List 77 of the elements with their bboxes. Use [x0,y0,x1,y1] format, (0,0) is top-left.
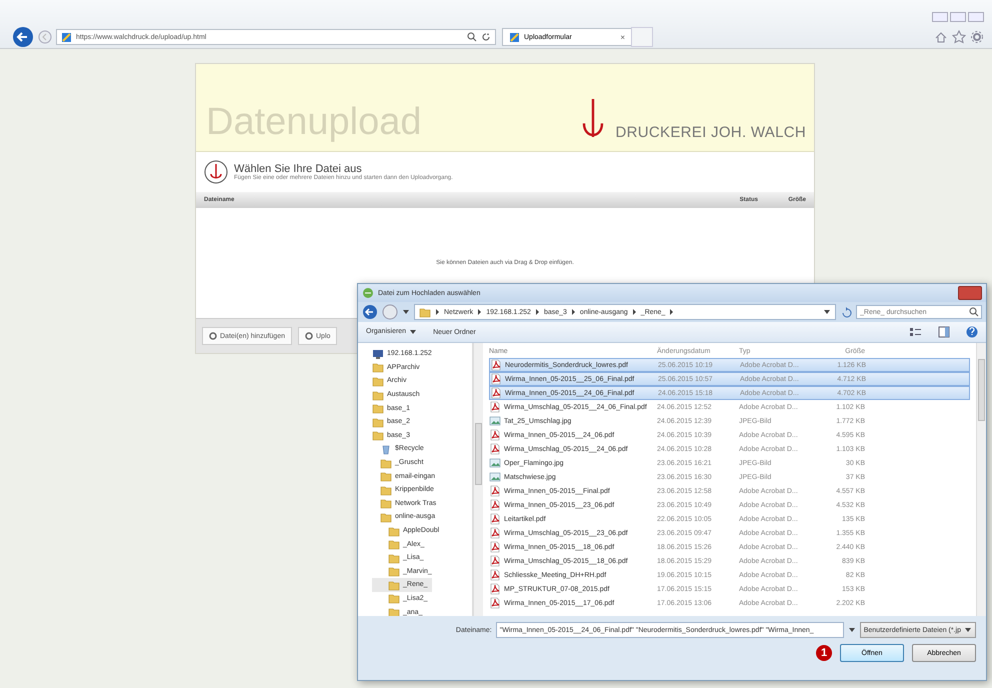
brand-name: DRUCKEREI JOH. WALCH [616,124,806,141]
back-button[interactable] [12,26,34,48]
minimize-button[interactable] [932,12,948,22]
pdf-file-icon [490,373,502,385]
scrollbar-thumb[interactable] [475,423,482,485]
home-icon [934,30,948,44]
new-tab-button[interactable] [631,27,653,47]
caret-icon [409,328,418,336]
preview-pane-icon [938,326,950,338]
pdf-file-icon [489,555,501,567]
pdf-file-icon [489,569,501,581]
folder-icon [388,538,400,550]
pdf-file-icon [490,359,502,371]
page-icon [61,32,72,42]
pdf-file-icon [489,485,501,497]
scrollbar-thumb[interactable] [978,359,985,421]
pdf-file-icon [489,429,501,441]
caret-icon [402,308,410,316]
folder-icon [372,388,384,401]
image-file-icon [489,415,501,427]
section-heading: Wählen Sie Ihre Datei aus [234,163,363,175]
settings-icon [970,30,984,44]
search-icon [969,307,979,317]
pdf-file-icon [489,597,501,609]
pdf-file-icon [489,401,501,413]
trash-bin-icon [380,442,392,455]
close-button[interactable] [958,286,982,300]
folder-icon [372,402,384,414]
pdf-file-icon [489,513,501,525]
caret-icon [823,308,831,316]
pdf-file-icon [489,541,501,553]
refresh-icon [840,306,852,318]
anchor-logo-icon [204,160,228,184]
folder-icon [372,361,384,374]
star-icon [952,30,966,44]
image-file-icon [489,457,501,469]
folder-icon [388,565,400,578]
folder-icon [380,497,392,510]
maximize-button[interactable] [950,12,966,22]
folder-icon [372,374,384,387]
folder-icon [372,429,384,442]
close-tab-button[interactable]: × [620,32,625,42]
folder-icon [380,484,392,496]
pdf-file-icon [489,583,501,595]
chevron-icon [477,308,482,316]
back-button[interactable] [362,304,378,320]
pdf-file-icon [489,527,501,539]
refresh-icon [481,32,491,42]
folder-icon [372,416,384,428]
image-file-icon [489,471,501,483]
chevron-icon [435,308,440,316]
pdf-file-icon [489,499,501,511]
folder-icon [388,524,400,537]
folder-icon [388,552,400,564]
circle-icon [209,332,217,340]
chevron-icon [570,308,576,316]
folder-icon [380,456,392,469]
close-button[interactable] [968,12,984,22]
chevron-icon [534,308,540,316]
caret-icon [848,626,856,634]
search-icon [467,32,477,42]
view-options-icon [909,326,922,338]
circle-icon [305,332,313,340]
folder-icon [380,510,392,523]
folder-icon [388,592,400,604]
folder-icon [380,470,392,482]
caret-icon [964,626,972,634]
chevron-icon [669,308,674,316]
help-icon [966,326,978,338]
chevron-icon [632,308,637,316]
forward-button[interactable] [38,30,52,44]
pdf-file-icon [489,443,501,455]
page-icon [509,32,520,42]
folder-icon [388,578,400,591]
computer-icon [372,348,384,360]
step-badge: 1 [816,645,832,661]
pdf-file-icon [490,387,502,399]
